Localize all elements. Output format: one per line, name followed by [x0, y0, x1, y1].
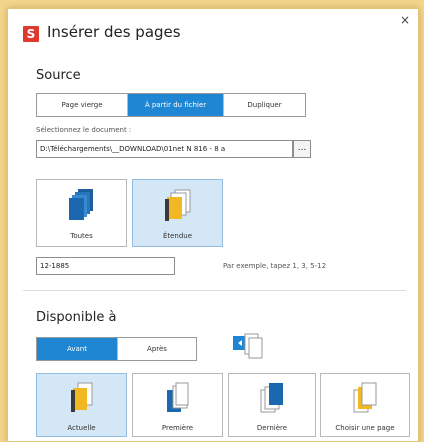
page-range-label: Étendue	[162, 232, 193, 240]
current-page-label: Actuelle	[67, 424, 96, 432]
all-pages-icon	[68, 189, 93, 220]
position-selector: Avant Après	[36, 337, 197, 361]
app-logo-icon: S	[23, 26, 39, 42]
page-range-input[interactable]: 12-1885	[36, 257, 175, 275]
choose-page-icon	[353, 382, 377, 413]
first-page-button[interactable]: Première	[132, 373, 223, 437]
last-page-label: Dernière	[256, 424, 288, 432]
option-before[interactable]: Avant	[37, 338, 118, 360]
close-icon[interactable]: ×	[400, 13, 410, 27]
current-page-button[interactable]: Actuelle	[36, 373, 127, 437]
insert-position-icon	[233, 332, 265, 362]
current-page-icon	[70, 382, 92, 412]
option-duplicate[interactable]: Dupliquer	[224, 94, 305, 116]
option-blank-page[interactable]: Page vierge	[37, 94, 128, 116]
first-page-label: Première	[161, 424, 194, 432]
page-range-icon	[164, 189, 190, 221]
option-after[interactable]: Après	[118, 338, 196, 360]
dialog-title: Insérer des pages	[47, 23, 181, 41]
insert-pages-dialog: × S Insérer des pages Source Page vierge…	[7, 8, 419, 442]
page-range-button[interactable]: Étendue	[132, 179, 223, 247]
option-from-file[interactable]: À partir du fichier	[128, 94, 224, 116]
file-path-input[interactable]: D:\Téléchargements\__DOWNLOAD\01net N 81…	[36, 140, 293, 158]
source-type-selector: Page vierge À partir du fichier Duplique…	[36, 93, 306, 117]
all-pages-label: Toutes	[70, 232, 93, 240]
last-page-icon	[260, 383, 283, 413]
select-document-label: Sélectionnez le document :	[36, 126, 132, 134]
last-page-button[interactable]: Dernière	[228, 373, 316, 437]
available-heading: Disponible à	[36, 310, 117, 325]
range-hint: Par exemple, tapez 1, 3, 5-12	[223, 262, 327, 270]
section-divider	[23, 290, 406, 291]
browse-button[interactable]: ...	[293, 140, 311, 158]
choose-page-label: Choisir une page	[335, 424, 395, 432]
source-heading: Source	[36, 68, 81, 83]
choose-page-button[interactable]: Choisir une page	[320, 373, 410, 437]
first-page-icon	[166, 382, 188, 412]
all-pages-button[interactable]: Toutes	[36, 179, 127, 247]
